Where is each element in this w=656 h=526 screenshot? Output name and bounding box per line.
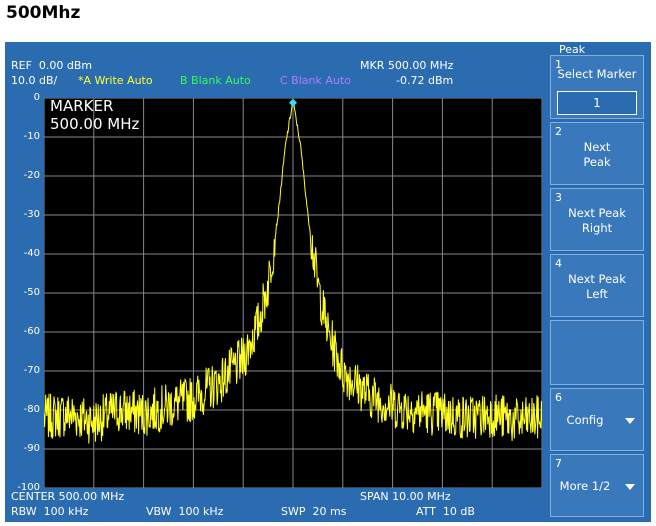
softkey-label: More 1/2 xyxy=(559,479,611,493)
marker-frequency-readout: MKR 500.00 MHz xyxy=(360,59,454,72)
softkey-number: 4 xyxy=(555,257,562,270)
marker-number-field[interactable]: 1 xyxy=(557,91,637,115)
page-title: 500Mhz xyxy=(6,3,81,23)
y-tick-label: 0 xyxy=(33,92,40,103)
marker-overlay: MARKER 500.00 MHz xyxy=(50,97,139,133)
softkey-5-blank[interactable] xyxy=(550,320,644,385)
softkey-number: 6 xyxy=(555,391,562,404)
dropdown-arrow-icon xyxy=(625,484,635,490)
next-peak-right-softkey[interactable]: 3 Next Peak Right xyxy=(550,188,644,251)
trace-b-status: B Blank Auto xyxy=(180,74,251,87)
scale-per-division: 10.0 dB/ xyxy=(11,74,58,87)
softkey-label: Select Marker xyxy=(557,67,637,81)
y-tick-label: -30 xyxy=(23,209,40,220)
y-tick-label: -70 xyxy=(23,365,40,376)
trace-c-status: C Blank Auto xyxy=(280,74,351,87)
marker-overlay-title: MARKER xyxy=(50,97,114,115)
y-tick-label: -10 xyxy=(23,131,40,142)
y-tick-label: -20 xyxy=(23,170,40,181)
softkey-label: Config xyxy=(566,413,604,427)
marker-level-readout: -0.72 dBm xyxy=(396,74,454,87)
sweep-time: SWP 20 ms xyxy=(281,505,347,518)
peak-marker xyxy=(289,98,297,107)
softkey-number: 7 xyxy=(555,457,562,470)
center-frequency: CENTER 500.00 MHz xyxy=(11,490,125,503)
dropdown-arrow-icon xyxy=(625,418,635,424)
frequency-span: SPAN 10.00 MHz xyxy=(360,490,451,503)
softkey-number: 2 xyxy=(555,125,562,138)
softkey-label: Next Peak xyxy=(583,140,611,169)
config-softkey[interactable]: 6 Config xyxy=(550,388,644,451)
spectrum-chart xyxy=(43,97,543,489)
softkey-label: Next Peak Right xyxy=(568,206,626,235)
reference-level: REF 0.00 dBm xyxy=(11,59,93,72)
video-bandwidth: VBW 100 kHz xyxy=(146,505,224,518)
y-tick-label: -50 xyxy=(23,287,40,298)
more-softkey[interactable]: 7 More 1/2 xyxy=(550,454,644,517)
next-peak-softkey[interactable]: 2 Next Peak xyxy=(550,122,644,185)
select-marker-softkey[interactable]: 1 Select Marker 1 xyxy=(550,55,644,119)
y-tick-label: -40 xyxy=(23,248,40,259)
attenuation: ATT 10 dB xyxy=(416,505,475,518)
marker-overlay-frequency: 500.00 MHz xyxy=(50,115,140,133)
y-tick-label: -60 xyxy=(23,326,40,337)
next-peak-left-softkey[interactable]: 4 Next Peak Left xyxy=(550,254,644,317)
spectrum-plot xyxy=(43,97,543,489)
softkey-label: Next Peak Left xyxy=(568,272,626,301)
softkey-number: 3 xyxy=(555,191,562,204)
y-tick-label: -80 xyxy=(23,404,40,415)
trace-a-status: *A Write Auto xyxy=(78,74,153,87)
y-tick-label: -90 xyxy=(23,443,40,454)
resolution-bandwidth: RBW 100 kHz xyxy=(11,505,89,518)
